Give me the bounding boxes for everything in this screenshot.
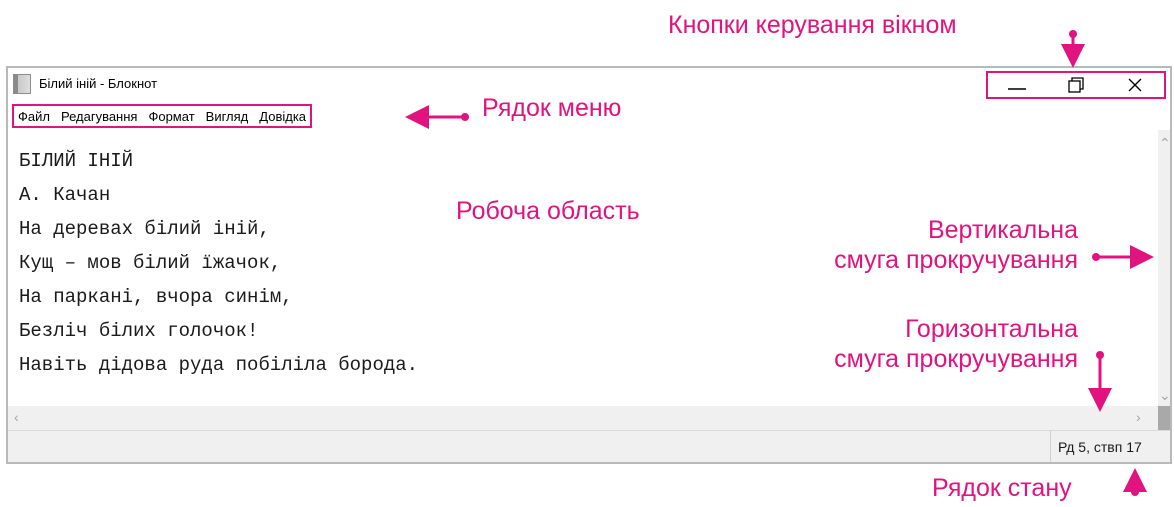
notepad-icon xyxy=(13,74,31,94)
menu-item-edit[interactable]: Редагування xyxy=(61,109,138,124)
close-button[interactable] xyxy=(1105,73,1164,97)
menu-item-file[interactable]: Файл xyxy=(18,109,50,124)
scrollbar-corner xyxy=(1158,406,1170,430)
menu-item-format[interactable]: Формат xyxy=(148,109,194,124)
callout-vertical-scroll-line1: Вертикальна xyxy=(927,216,1078,244)
status-divider xyxy=(1050,431,1051,462)
cursor-position: Рд 5, ствп 17 xyxy=(1058,439,1142,455)
minimize-icon xyxy=(1008,88,1027,90)
window-controls xyxy=(986,71,1166,99)
arrow-status-bar xyxy=(1123,468,1147,496)
scroll-left-icon[interactable]: ‹ xyxy=(14,410,19,424)
callout-vertical-scroll: Вертикальна смуга прокручування xyxy=(730,215,1078,275)
scroll-up-icon[interactable]: ⌃ xyxy=(1159,136,1171,150)
callout-menu-bar: Рядок меню xyxy=(482,94,622,122)
text-line: БІЛИЙ ІНІЙ xyxy=(19,150,134,172)
callout-horizontal-scroll-line2: смуга прокручування xyxy=(834,345,1078,373)
callout-work-area: Робоча область xyxy=(456,197,640,225)
callout-horizontal-scroll: Горизонтальна смуга прокручування xyxy=(730,314,1078,374)
menu-item-view[interactable]: Вигляд xyxy=(206,109,249,124)
horizontal-scrollbar[interactable]: ‹ › xyxy=(8,406,1158,430)
scroll-down-icon[interactable]: ⌄ xyxy=(1159,388,1171,402)
callout-window-buttons: Кнопки керування вікном xyxy=(668,11,957,39)
restore-icon xyxy=(1068,77,1084,93)
arrow-window-buttons xyxy=(1061,30,1085,68)
menu-item-help[interactable]: Довідка xyxy=(259,109,306,124)
callout-vertical-scroll-line2: смуга прокручування xyxy=(834,246,1078,274)
status-bar: Рд 5, ствп 17 xyxy=(8,430,1170,462)
menu-bar-highlight: Файл Редагування Формат Вигляд Довідка xyxy=(12,104,313,128)
minimize-button[interactable] xyxy=(988,73,1047,97)
restore-button[interactable] xyxy=(1047,73,1106,97)
callout-status-bar: Рядок стану xyxy=(932,474,1072,502)
vertical-scrollbar[interactable]: ⌃ ⌄ xyxy=(1158,130,1171,406)
close-icon xyxy=(1128,78,1142,92)
window-title: Білий іній - Блокнот xyxy=(39,76,158,91)
scroll-right-icon[interactable]: › xyxy=(1136,410,1141,424)
text-line: На паркані, вчора синім, xyxy=(19,286,293,308)
callout-horizontal-scroll-line1: Горизонтальна xyxy=(905,315,1078,343)
